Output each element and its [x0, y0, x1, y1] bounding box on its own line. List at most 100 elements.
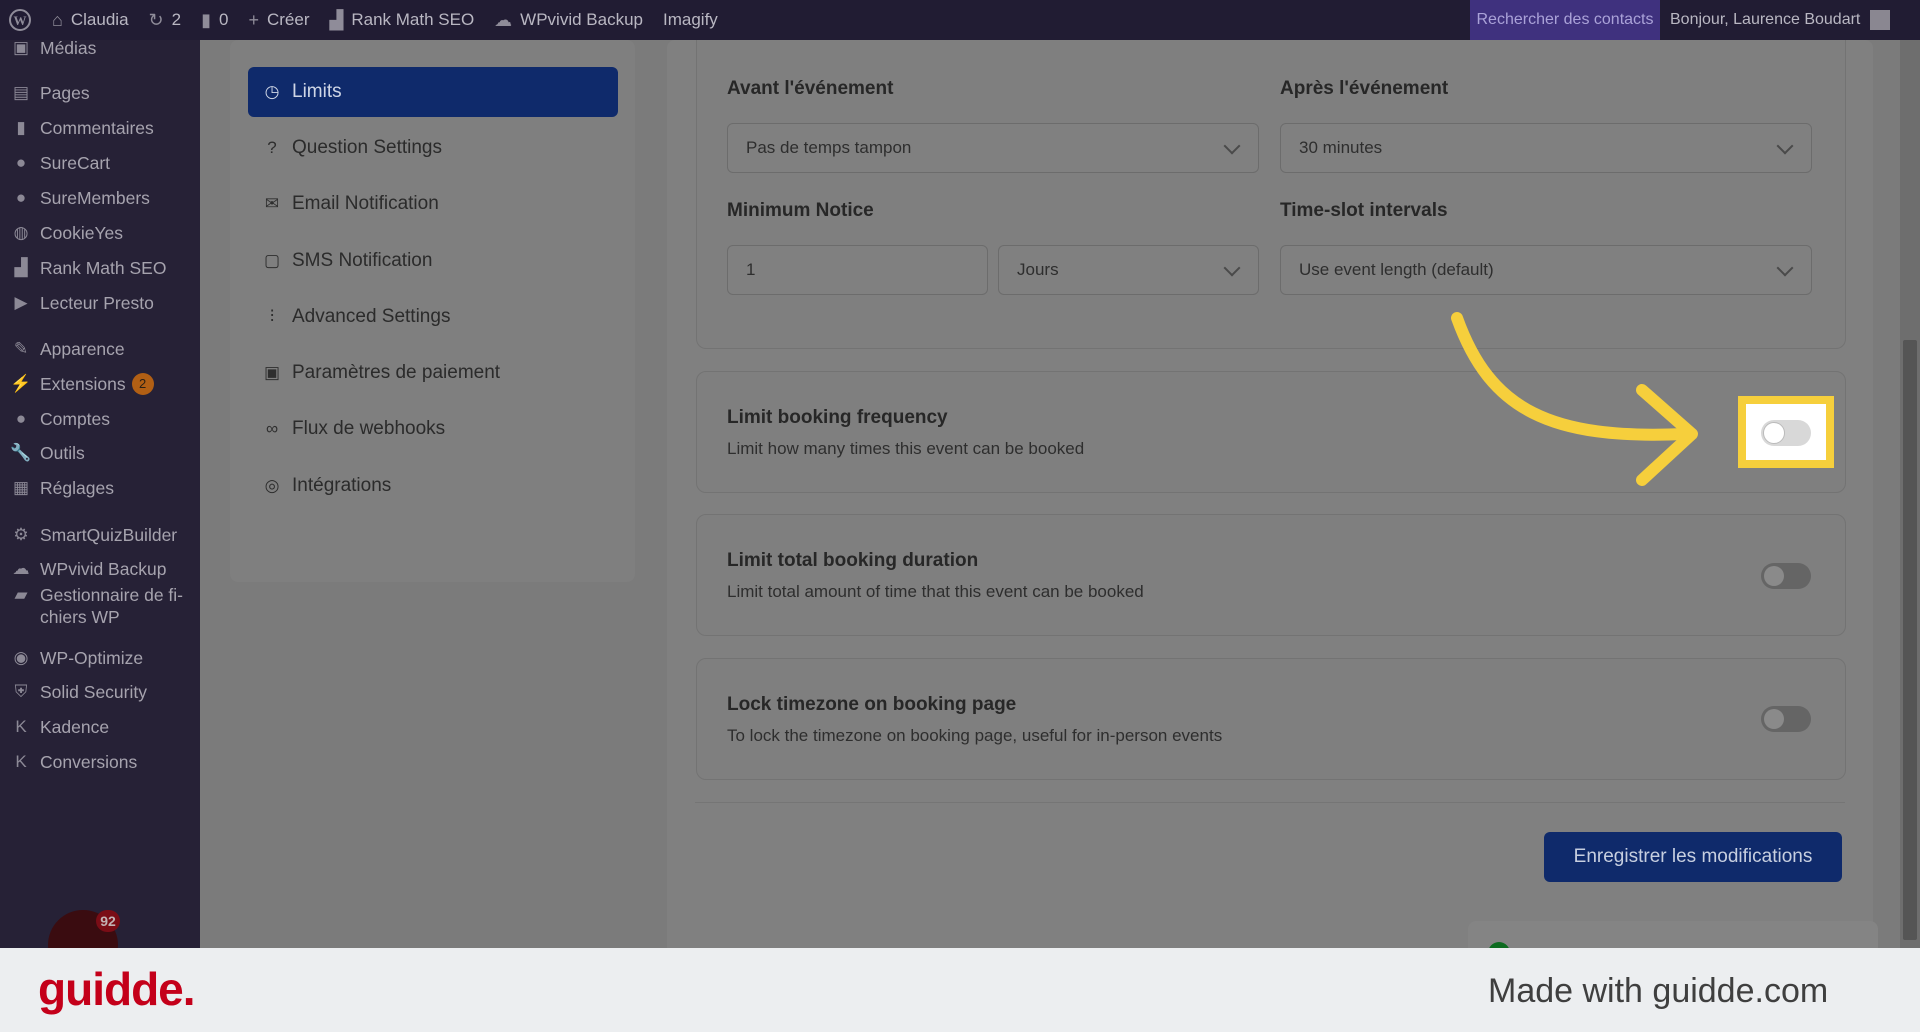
create-link[interactable]: + Créer: [238, 0, 319, 40]
booking-duration-toggle[interactable]: [1761, 563, 1811, 589]
search-contacts[interactable]: Rechercher des contacts: [1470, 0, 1660, 40]
section-title: Limit booking frequency: [727, 407, 948, 428]
user-menu[interactable]: Bonjour, Laurence Boudart: [1660, 0, 1891, 40]
section-lock-timezone: [696, 658, 1846, 780]
settings-nav-email-notification[interactable]: ✉ Email Notification: [248, 180, 618, 228]
chevron-down-icon: [1776, 137, 1794, 155]
made-with-text: Made with guidde.com: [1488, 972, 1829, 1010]
question-icon: ?: [267, 138, 277, 157]
cloud-icon: ☁: [12, 559, 30, 578]
settings-nav-label: SMS Notification: [292, 250, 433, 271]
rankmath-link[interactable]: ▟ Rank Math SEO: [320, 0, 485, 40]
sidebar-item-label: CookieYes: [40, 222, 124, 243]
settings-nav-label: Paramètres de paiement: [292, 362, 501, 383]
wrench-icon: 🔧: [10, 443, 32, 462]
sidebar-item-m-dias[interactable]: ▣ Médias: [0, 40, 200, 68]
toggle-knob: [1763, 422, 1785, 444]
media-icon: ▣: [12, 40, 30, 57]
scrollbar-thumb[interactable]: [1903, 340, 1917, 940]
optimize-icon: ◉: [13, 648, 29, 667]
before-event-select[interactable]: Pas de temps tampon: [727, 123, 1259, 173]
sidebar-item-gestionnaire-de-fi[interactable]: ▰ Gestionnaire de fi-chiers WP: [0, 584, 200, 630]
refresh-icon: ↻: [148, 9, 164, 30]
settings-nav-param-tres-de-paiement[interactable]: ▣ Paramètres de paiement: [248, 349, 618, 397]
sidebar-item-label: SureCart: [40, 152, 111, 173]
imagify-link[interactable]: Imagify: [653, 0, 728, 40]
booking-frequency-toggle[interactable]: [1761, 420, 1811, 446]
rankmath-icon: ▟: [14, 258, 28, 277]
sidebar-item-label: Outils: [40, 442, 85, 463]
timeslot-intervals-select[interactable]: Use event length (default): [1280, 245, 1812, 295]
sidebar-item-label: Solid Security: [40, 681, 147, 702]
comments-link[interactable]: ▮ 0: [191, 0, 238, 40]
sidebar-item-suremembers[interactable]: ● SureMembers: [0, 178, 200, 218]
section-title: Limit total booking duration: [727, 550, 979, 571]
sidebar-item-label: Médias: [40, 40, 97, 58]
plugin-icon: ⚡: [10, 374, 32, 393]
payment-icon: ▣: [263, 363, 281, 382]
sidebar-item-outils[interactable]: 🔧 Outils: [0, 433, 200, 473]
sidebar-item-label: WP-Optimize: [40, 647, 144, 668]
settings-nav-limits[interactable]: ◷ Limits: [248, 67, 618, 117]
link-icon: ∞: [265, 419, 279, 438]
sidebar-item-label: SureMembers: [40, 187, 150, 208]
site-link[interactable]: ⌂ Claudia: [42, 0, 139, 40]
settings-nav-question-settings[interactable]: ? Question Settings: [248, 124, 618, 172]
sidebar-item-apparence[interactable]: ✎ Apparence: [0, 329, 200, 369]
mail-icon: ✉: [264, 194, 280, 213]
sidebar-item-rank-math-seo[interactable]: ▟ Rank Math SEO: [0, 248, 200, 288]
admin-sidebar: ▣ Médias ▤ Pages ▮ Commentaires ● SureCart ● Sure…: [0, 40, 200, 948]
sidebar-item-lecteur-presto[interactable]: ▶ Lecteur Presto: [0, 283, 200, 323]
sidebar-item-solid-security[interactable]: ⛨ Solid Security: [0, 672, 200, 712]
annotation-arrow-icon: [1451, 312, 1698, 486]
clock-icon: ◷: [264, 82, 280, 101]
timeslot-intervals-label: Time-slot intervals: [1280, 200, 1448, 221]
notification-badge: 92: [96, 910, 120, 932]
wpvivid-link[interactable]: ☁ WPvivid Backup: [484, 0, 653, 40]
sidebar-item-extensions[interactable]: ⚡ Extensions 2: [0, 364, 200, 404]
sidebar-item-r-glages[interactable]: ▦ Réglages: [0, 468, 200, 508]
after-event-select[interactable]: 30 minutes: [1280, 123, 1812, 173]
settings-nav-label: Flux de webhooks: [292, 418, 446, 439]
sidebar-item-label: Lecteur Presto: [40, 292, 154, 313]
settings-nav-flux-de-webhooks[interactable]: ∞ Flux de webhooks: [248, 405, 618, 453]
brush-icon: ✎: [13, 339, 29, 358]
guidde-logo: guidde.: [38, 963, 196, 1015]
before-event-label: Avant l'événement: [727, 78, 894, 99]
sidebar-item-label: Gestionnaire de fi-chiers WP: [40, 584, 183, 628]
sidebar-item-wpvivid-backup[interactable]: ☁ WPvivid Backup: [0, 549, 200, 589]
section-description: To lock the timezone on booking page, us…: [727, 726, 1223, 745]
home-icon: ⌂: [52, 9, 63, 30]
sidebar-item-cookieyes[interactable]: ◍ CookieYes: [0, 213, 200, 253]
wordpress-logo[interactable]: W: [0, 0, 42, 40]
update-count-badge: 2: [131, 373, 154, 395]
minimum-notice-input[interactable]: 1: [727, 245, 988, 295]
settings-nav-label: Email Notification: [292, 193, 439, 214]
sidebar-item-commentaires[interactable]: ▮ Commentaires: [0, 108, 200, 148]
sidebar-item-label: Conversions: [40, 751, 138, 772]
sidebar-item-surecart[interactable]: ● SureCart: [0, 143, 200, 183]
sidebar-item-label-line: chiers WP: [40, 607, 120, 627]
sidebar-item-kadence[interactable]: K Kadence: [0, 707, 200, 747]
sidebar-item-label: SmartQuizBuilder: [40, 524, 178, 545]
settings-nav-sms-notification[interactable]: ▢ SMS Notification: [248, 237, 618, 285]
settings-nav-label: Limits: [292, 81, 342, 102]
sidebar-item-label: Kadence: [40, 716, 110, 737]
shield-icon: ⛨: [14, 682, 28, 701]
sidebar-item-label: Extensions: [40, 373, 126, 394]
lock-timezone-toggle[interactable]: [1761, 706, 1811, 732]
minimum-notice-unit-select[interactable]: Jours: [998, 245, 1259, 295]
pages-icon: ▤: [12, 83, 30, 102]
sidebar-item-label: Apparence: [40, 338, 125, 359]
save-changes-button[interactable]: Enregistrer les modifications: [1544, 832, 1842, 882]
updates-link[interactable]: ↻ 2: [139, 0, 192, 40]
settings-nav-label: Advanced Settings: [292, 306, 451, 327]
sidebar-item-pages[interactable]: ▤ Pages: [0, 73, 200, 113]
settings-nav-advanced-settings[interactable]: ⫶ Advanced Settings: [248, 293, 618, 341]
sidebar-item-conversions[interactable]: K Conversions: [0, 742, 200, 782]
admin-bar: W ⌂ Claudia ↻ 2 ▮ 0 + Créer ▟ Rank Math SEO ☁…: [0, 0, 1920, 40]
sidebar-item-label: Rank Math SEO: [40, 257, 167, 278]
settings-nav-int-grations[interactable]: ◎ Intégrations: [248, 462, 618, 510]
sidebar-item-label: WPvivid Backup: [40, 558, 167, 579]
minimum-notice-label: Minimum Notice: [727, 200, 874, 221]
